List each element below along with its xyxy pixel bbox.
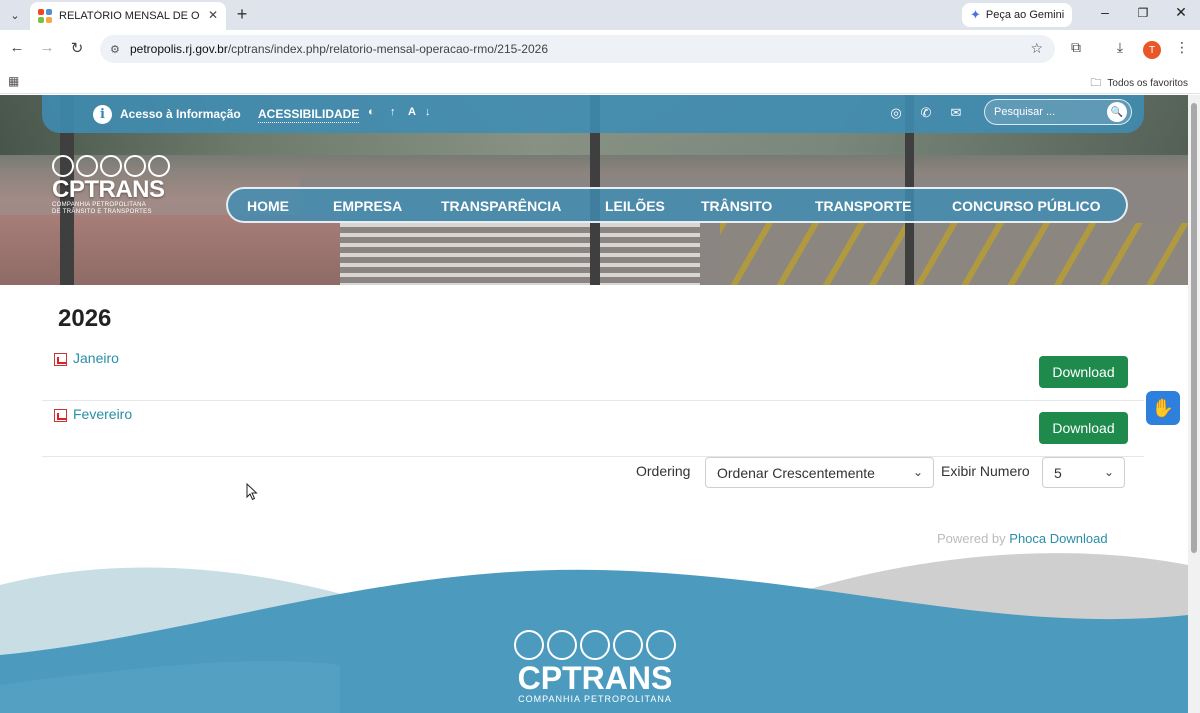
font-reset[interactable]: A	[408, 106, 416, 118]
page-title: 2026	[58, 305, 112, 332]
email-icon[interactable]: ✉	[948, 105, 964, 121]
exibir-numero-label: Exibir Numero	[941, 463, 1030, 479]
pdf-icon	[54, 353, 67, 366]
reload-icon[interactable]: ↻	[67, 39, 87, 57]
new-tab-button[interactable]: +	[232, 4, 252, 25]
mouse-cursor-icon	[246, 483, 258, 501]
exibir-numero-value: 5	[1054, 464, 1062, 481]
hero-crosswalk	[340, 223, 700, 285]
download-icon[interactable]: ⤓	[1110, 39, 1130, 56]
ordering-select[interactable]: Ordenar Crescentemente ⌄	[705, 457, 934, 488]
top-utility-bar: i Acesso à Informação ACESSIBILIDADE ◐ ↑…	[42, 95, 1144, 133]
active-tab[interactable]: RELATÓRIO MENSAL DE OPERAÇÃO ✕	[30, 2, 226, 30]
info-icon[interactable]: i	[93, 105, 112, 124]
minimize-icon[interactable]: –	[1095, 4, 1115, 20]
hero-sidewalk	[0, 215, 340, 285]
chevron-down-icon: ⌄	[912, 465, 923, 479]
whatsapp-icon[interactable]: ✆	[918, 105, 934, 121]
file-link-fevereiro[interactable]: Fevereiro	[73, 406, 132, 422]
search-input[interactable]	[994, 104, 1104, 120]
instagram-icon[interactable]: ◎	[888, 105, 904, 121]
tab-strip: ⌄ RELATÓRIO MENSAL DE OPERAÇÃO ✕ + ✦ Peç…	[0, 0, 1200, 30]
nav-transparencia[interactable]: TRANSPARÊNCIA	[441, 198, 561, 214]
cptrans-logo[interactable]: CPTRANS COMPANHIA PETROPOLITANA DE TRÂNS…	[52, 155, 176, 225]
nav-concurso-publico[interactable]: CONCURSO PÚBLICO	[952, 198, 1101, 214]
gemini-label: Peça ao Gemini	[985, 9, 1065, 21]
ordering-value: Ordenar Crescentemente	[717, 464, 875, 481]
nav-leiloes[interactable]: LEILÕES	[605, 198, 665, 214]
gemini-button[interactable]: ✦ Peça ao Gemini	[962, 3, 1072, 27]
joomla-favicon-icon	[38, 9, 52, 23]
footer-sub: COMPANHIA PETROPOLITANA	[518, 694, 672, 704]
file-link-janeiro[interactable]: Janeiro	[73, 350, 119, 366]
footer-brand: CPTRANS	[517, 660, 673, 696]
footer-logo-pictograms	[510, 630, 680, 660]
bookmark-star-icon[interactable]: ☆	[1030, 40, 1043, 57]
download-button[interactable]: Download	[1039, 412, 1128, 444]
ordering-label: Ordering	[636, 463, 691, 479]
url-text: petropolis.rj.gov.br/cptrans/index.php/r…	[130, 42, 549, 56]
sign-language-icon[interactable]: ✋	[1146, 391, 1180, 425]
nav-transito[interactable]: TRÂNSITO	[701, 198, 772, 214]
footer-logo[interactable]: CPTRANS COMPANHIA PETROPOLITANA	[510, 630, 680, 704]
bookmarks-bar: ▦ 🗀 Todos os favoritos	[0, 68, 1200, 94]
pdf-icon	[54, 409, 67, 422]
file-row: Janeiro Download	[42, 345, 1144, 401]
hero-yellow-box	[720, 223, 1188, 285]
nav-empresa[interactable]: EMPRESA	[333, 198, 402, 214]
folder-icon: 🗀	[1090, 77, 1102, 89]
exibir-numero-select[interactable]: 5 ⌄	[1042, 457, 1125, 488]
powered-by: Powered by Phoca Download	[937, 531, 1108, 546]
address-bar[interactable]: ⚙ petropolis.rj.gov.br/cptrans/index.php…	[100, 35, 1055, 63]
restore-icon[interactable]: ❐	[1133, 6, 1153, 20]
logo-sub1: COMPANHIA PETROPOLITANA	[52, 202, 147, 208]
extensions-puzzle-icon[interactable]: ⧉	[1066, 39, 1086, 56]
tab-title: RELATÓRIO MENSAL DE OPERAÇÃO	[59, 10, 199, 22]
browser-toolbar: ← → ↻ ⚙ petropolis.rj.gov.br/cptrans/ind…	[0, 30, 1200, 68]
apps-grid-icon[interactable]: ▦	[8, 74, 19, 88]
window-close-icon[interactable]: ✕	[1171, 4, 1191, 21]
main-nav: HOME EMPRESA TRANSPARÊNCIA LEILÕES TRÂNS…	[226, 187, 1128, 223]
acesso-informacao-link[interactable]: Acesso à Informação	[120, 107, 241, 121]
logo-pictograms	[52, 155, 176, 177]
logo-brand: CPTRANS	[52, 176, 165, 203]
tab-search-chevron-icon[interactable]: ⌄	[5, 5, 25, 25]
phoca-download-link[interactable]: Phoca Download	[1009, 531, 1107, 546]
all-bookmarks[interactable]: 🗀 Todos os favoritos	[1090, 74, 1188, 93]
site-settings-icon[interactable]: ⚙	[110, 43, 126, 56]
nav-transporte[interactable]: TRANSPORTE	[815, 198, 911, 214]
logo-sub2: DE TRÂNSITO E TRANSPORTES	[52, 209, 152, 215]
chevron-down-icon: ⌄	[1103, 465, 1114, 479]
tab-close-icon[interactable]: ✕	[208, 8, 218, 22]
powered-prefix: Powered by	[937, 531, 1006, 546]
forward-arrow-icon[interactable]: →	[37, 39, 57, 56]
file-row: Fevereiro Download	[42, 401, 1144, 457]
page-scrollbar[interactable]	[1188, 95, 1200, 713]
acessibilidade-link[interactable]: ACESSIBILIDADE	[258, 107, 360, 123]
back-arrow-icon[interactable]: ←	[7, 39, 27, 56]
chrome-menu-icon[interactable]: ⋮	[1172, 39, 1192, 56]
font-decrease-icon[interactable]: ↓	[425, 106, 431, 118]
download-button[interactable]: Download	[1039, 356, 1128, 388]
gemini-sparkle-icon: ✦	[970, 7, 981, 22]
contrast-icon[interactable]: ◐	[368, 106, 375, 118]
font-increase-icon[interactable]: ↑	[390, 106, 396, 118]
web-page: i Acesso à Informação ACESSIBILIDADE ◐ ↑…	[0, 95, 1188, 713]
profile-avatar[interactable]: T	[1143, 41, 1161, 59]
scrollbar-thumb[interactable]	[1191, 103, 1197, 553]
nav-home[interactable]: HOME	[247, 198, 289, 214]
site-search: 🔍	[984, 99, 1132, 125]
search-icon[interactable]: 🔍	[1107, 102, 1127, 122]
